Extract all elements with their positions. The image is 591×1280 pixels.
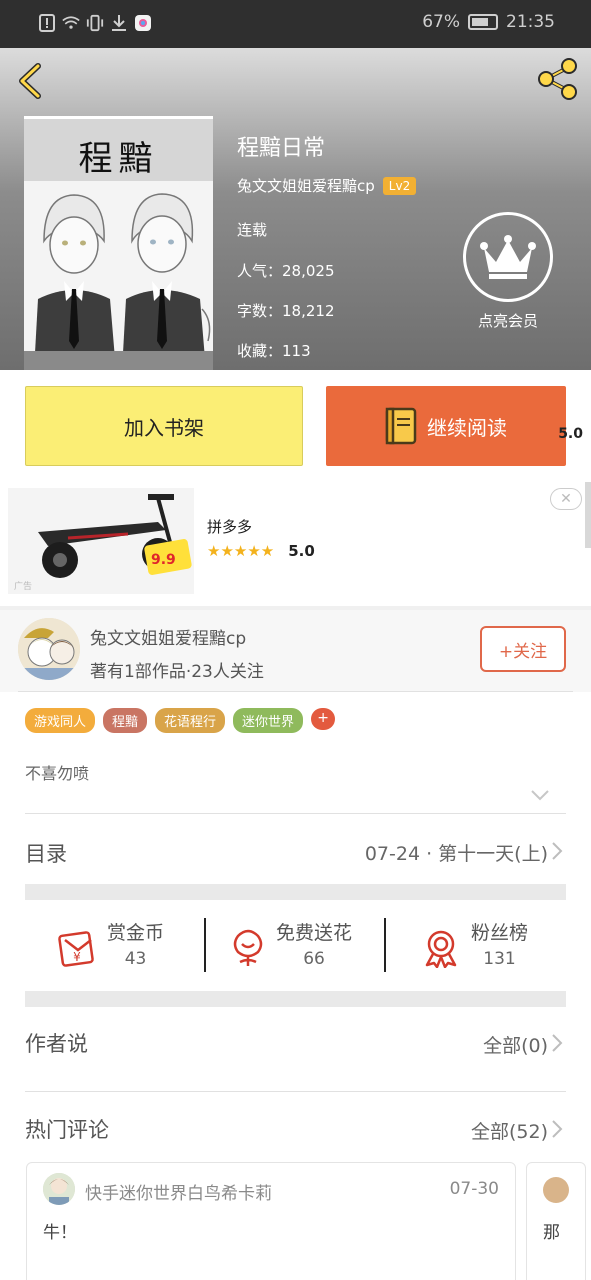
send-flower-label: 免费送花 <box>276 922 353 944</box>
chevron-down-icon[interactable] <box>530 788 550 802</box>
commenter-avatar[interactable] <box>543 1177 569 1203</box>
comment-text: 牛！ <box>43 1223 77 1243</box>
star-icon: ★★★★★ <box>207 542 275 560</box>
commenter-avatar[interactable] <box>43 1173 75 1205</box>
section-divider <box>25 991 566 1007</box>
hot-comments-all[interactable]: 全部(52) <box>471 1117 548 1144</box>
crown-icon <box>463 212 553 302</box>
serial-status: 连载 <box>237 221 268 239</box>
share-icon <box>538 58 577 100</box>
tag-3[interactable]: 迷你世界 <box>233 708 304 733</box>
author-name[interactable]: 兔文文姐姐爱程黯cp <box>237 175 375 196</box>
comment-card[interactable]: 快手迷你世界白鸟希卡莉 07-30 牛！ <box>26 1162 516 1280</box>
level-badge: Lv2 <box>382 176 417 195</box>
author-block[interactable]: 兔文文姐姐爱程黯cp 著有1部作品·23人关注 +关注 <box>0 610 591 692</box>
toc-title: 目录 <box>25 842 67 866</box>
download-icon <box>110 13 128 33</box>
ad-tag: 广告 <box>14 582 33 592</box>
action-bar: 加入书架 继续阅读 5.0 <box>0 370 591 482</box>
reward-coins-value: 43 <box>124 949 147 969</box>
status-icons-left <box>38 13 152 33</box>
scooter-image <box>8 488 194 594</box>
popularity-count: 人气：28,025 <box>237 262 335 280</box>
tag-0[interactable]: 游戏同人 <box>25 708 96 733</box>
scrollbar[interactable] <box>585 482 591 548</box>
divider <box>384 918 386 972</box>
fan-ranking-button[interactable]: 粉丝榜 131 <box>421 918 528 969</box>
add-tag-button[interactable]: + <box>311 708 336 730</box>
ad-rating: ★★★★★ 5.0 <box>207 542 315 560</box>
reward-coins-button[interactable]: ¥ 赏金币 43 <box>57 918 164 969</box>
alert-icon <box>38 13 56 33</box>
chevron-right-icon <box>552 842 563 860</box>
ad-banner[interactable]: 9.9 广告 拼多多 ★★★★★ 5.0 ✕ <box>0 482 591 606</box>
toc-row[interactable]: 目录 07-24 · 第十一天(上) <box>0 818 591 884</box>
fan-ranking-label: 粉丝榜 <box>471 922 529 944</box>
author-says-all[interactable]: 全部(0) <box>483 1031 548 1058</box>
send-flower-button[interactable]: 免费送花 66 <box>230 918 352 969</box>
author-block-name[interactable]: 兔文文姐姐爱程黯cp <box>90 624 246 649</box>
divider <box>18 691 573 692</box>
hot-comments-title: 热门评论 <box>25 1118 109 1142</box>
section-divider <box>25 884 566 900</box>
continue-reading-button[interactable]: 继续阅读 <box>326 386 566 466</box>
favorites-count: 收藏：113 <box>237 342 311 360</box>
stats-row: ¥ 赏金币 43 免费送花 66 粉丝榜 131 <box>25 900 566 990</box>
author-row[interactable]: 兔文文姐姐爱程黯cp Lv2 <box>237 175 417 196</box>
divider <box>204 918 206 972</box>
follow-button[interactable]: +关注 <box>480 626 566 672</box>
cover-illustration <box>24 181 213 370</box>
add-to-shelf-button[interactable]: 加入书架 <box>25 386 303 466</box>
commenter-name[interactable]: 快手迷你世界白鸟希卡莉 <box>85 1179 272 1204</box>
ad-score: 5.0 <box>288 542 315 560</box>
medal-icon <box>425 930 457 968</box>
author-avatar[interactable] <box>18 618 80 680</box>
book-cover[interactable]: 程黯 <box>24 116 213 370</box>
battery-icon <box>468 14 498 30</box>
ad-image[interactable]: 9.9 广告 <box>8 488 194 594</box>
comment-card[interactable]: 那 <box>526 1162 586 1280</box>
back-arrow-icon <box>19 63 41 99</box>
vibrate-icon <box>86 13 104 33</box>
continue-reading-label: 继续阅读 <box>427 415 507 440</box>
wifi-icon <box>62 13 80 33</box>
divider <box>25 1091 566 1092</box>
chevron-right-icon <box>552 1034 563 1052</box>
side-score: 5.0 <box>558 426 583 442</box>
tag-list: 游戏同人 程黯 花语程行 迷你世界 + <box>25 708 336 733</box>
book-title: 程黯日常 <box>237 136 326 161</box>
chevron-right-icon <box>552 1120 563 1138</box>
clock: 21:35 <box>506 12 555 32</box>
book-header: 程黯 程黯日常 兔文文姐姐爱程黯cp Lv2 连载 人气：28,025 字数：1… <box>0 48 591 370</box>
book-intro: 不喜勿喷 <box>25 764 90 783</box>
ad-title: 拼多多 <box>207 518 253 536</box>
back-button[interactable] <box>14 62 48 100</box>
divider <box>25 813 566 814</box>
word-count: 字数：18,212 <box>237 302 335 320</box>
status-bar: 67% 21:35 <box>0 0 591 48</box>
tag-2[interactable]: 花语程行 <box>155 708 226 733</box>
send-flower-value: 66 <box>303 949 325 969</box>
battery-percent: 67% <box>422 12 460 32</box>
toc-latest-chapter: 07-24 · 第十一天(上) <box>364 843 548 865</box>
author-says-title: 作者说 <box>25 1032 88 1056</box>
comment-text: 那 <box>543 1223 560 1243</box>
app-notification-icon <box>134 13 152 33</box>
book-icon <box>385 407 417 445</box>
tag-1[interactable]: 程黯 <box>103 708 148 733</box>
share-button[interactable] <box>535 56 581 102</box>
ad-price-badge: 9.9 <box>151 552 176 568</box>
author-block-stats: 著有1部作品·23人关注 <box>90 662 264 682</box>
coin-envelope-icon: ¥ <box>58 931 94 967</box>
status-icons-right: 67% 21:35 <box>422 12 555 32</box>
vip-button[interactable]: 点亮会员 <box>462 212 554 331</box>
comment-date: 07-30 <box>449 1179 499 1199</box>
reward-coins-label: 赏金币 <box>107 922 165 944</box>
fan-ranking-value: 131 <box>483 949 516 969</box>
ad-close-button[interactable]: ✕ <box>550 488 582 510</box>
svg-text:¥: ¥ <box>73 950 81 964</box>
vip-label: 点亮会员 <box>477 312 538 330</box>
cover-title: 程黯 <box>78 139 159 179</box>
flower-icon <box>233 929 263 966</box>
